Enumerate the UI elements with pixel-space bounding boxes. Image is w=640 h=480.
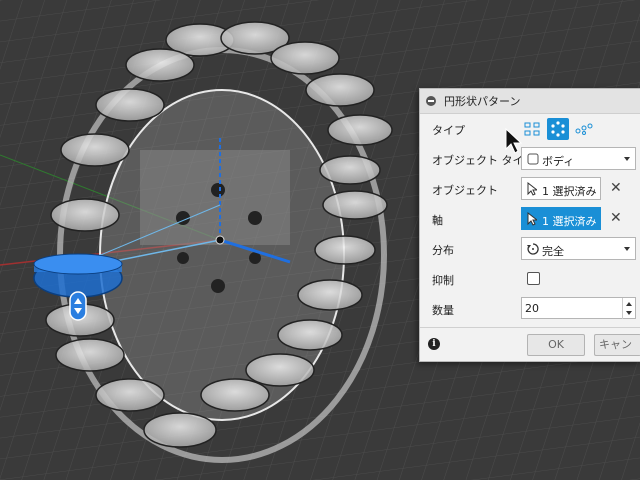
hub-block <box>140 150 290 245</box>
pattern-bodies-button[interactable] <box>547 118 569 140</box>
dialog-header[interactable]: 円形状パターン <box>420 89 640 114</box>
full-rotation-icon <box>527 243 539 255</box>
clear-objects-icon[interactable]: ✕ <box>610 180 622 196</box>
collapse-icon[interactable] <box>426 96 436 106</box>
object-type-value: ボディ <box>542 155 575 168</box>
clear-axis-icon[interactable]: ✕ <box>610 210 622 226</box>
objects-label: オブジェクト <box>432 184 498 197</box>
distribution-label: 分布 <box>432 244 454 257</box>
suppress-label: 抑制 <box>432 274 454 287</box>
selected-body-highlight[interactable] <box>33 253 123 298</box>
objects-selection-button[interactable]: 1 選択済み <box>521 177 601 200</box>
body-icon <box>527 153 539 165</box>
objects-row: オブジェクト 1 選択済み ✕ <box>420 176 640 202</box>
quantity-handle-icon[interactable] <box>69 291 87 321</box>
objects-selection-value: 1 選択済み <box>542 185 597 198</box>
quantity-value: 20 <box>525 302 539 315</box>
ok-button[interactable]: OK <box>527 334 585 356</box>
suppress-checkbox[interactable] <box>527 272 540 285</box>
distribution-value: 完全 <box>542 245 564 258</box>
axis-selection-button[interactable]: 1 選択済み <box>521 207 601 230</box>
quantity-spinner[interactable] <box>622 298 635 319</box>
select-cursor-icon <box>527 212 537 226</box>
pattern-faces-button[interactable] <box>521 118 543 140</box>
object-type-dropdown[interactable]: ボディ <box>521 147 636 170</box>
faces-pattern-icon <box>524 122 540 136</box>
axis-row: 軸 1 選択済み ✕ <box>420 206 640 232</box>
circular-pattern-dialog: 円形状パターン タイプ オブジェクト タイプ ボディ オブジェクト 1 選択済み… <box>419 88 640 362</box>
chevron-down-icon <box>624 157 630 161</box>
mouse-cursor-icon <box>505 128 523 154</box>
dialog-title: 円形状パターン <box>444 95 521 108</box>
features-pattern-icon <box>575 123 593 135</box>
type-label: タイプ <box>432 124 465 137</box>
pattern-features-button[interactable] <box>573 118 595 140</box>
suppress-row: 抑制 <box>420 266 640 292</box>
increment-icon[interactable] <box>626 302 632 306</box>
dialog-footer: i OK キャンセ <box>420 327 640 362</box>
axis-selection-value: 1 選択済み <box>542 215 597 228</box>
chevron-down-icon <box>624 247 630 251</box>
quantity-stepper[interactable]: 20 <box>521 297 636 319</box>
distribution-row: 分布 完全 <box>420 236 640 262</box>
cancel-button[interactable]: キャンセ <box>594 334 640 356</box>
quantity-label: 数量 <box>432 304 454 317</box>
quantity-row: 数量 20 <box>420 296 640 322</box>
object-type-row: オブジェクト タイプ ボディ <box>420 146 640 172</box>
bodies-pattern-icon <box>551 121 565 137</box>
decrement-icon[interactable] <box>626 311 632 315</box>
axis-origin <box>215 235 225 245</box>
distribution-dropdown[interactable]: 完全 <box>521 237 636 260</box>
info-icon[interactable]: i <box>428 338 440 350</box>
type-row: タイプ <box>420 116 640 142</box>
select-cursor-icon <box>527 182 537 196</box>
axis-label: 軸 <box>432 214 443 227</box>
